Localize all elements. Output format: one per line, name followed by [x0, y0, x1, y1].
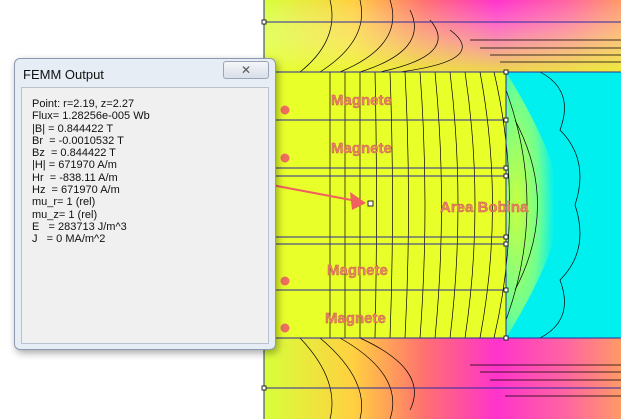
output-line: Point: r=2.19, z=2.27 — [32, 98, 135, 110]
probe-point-marker — [367, 200, 374, 207]
label-magnet-3: Magnete — [327, 262, 388, 279]
output-line: J = 0 MA/m^2 — [32, 233, 106, 246]
field-band-top-fade — [264, 0, 621, 72]
window-title: FEMM Output — [23, 67, 104, 82]
output-panel: Point: r=2.19, z=2.27 Flux= 1.28256e-005… — [21, 87, 269, 344]
output-line: Hr = -838.11 A/m — [32, 171, 118, 184]
femm-output-window[interactable]: FEMM Output ✕ Point: r=2.19, z=2.27 Flux… — [14, 58, 276, 350]
output-line: E = 283713 J/m^3 — [32, 220, 127, 233]
output-line: Flux= 1.28256e-005 Wb — [32, 110, 150, 123]
output-line: mu_r= 1 (rel) — [32, 196, 96, 209]
output-line: |H| = 671970 A/m — [32, 159, 117, 172]
label-magnet-2: Magnete — [331, 140, 392, 157]
label-coil-area: Area Bobina — [440, 199, 529, 216]
field-band-bottom — [264, 338, 621, 419]
output-line: Bz = 0.844422 T — [32, 147, 116, 160]
label-magnet-1: Magnete — [331, 92, 392, 109]
output-line: Hz = 671970 A/m — [32, 184, 120, 197]
output-line: Br = -0.0010532 T — [32, 134, 124, 147]
label-magnet-4: Magnete — [325, 310, 386, 327]
close-button[interactable]: ✕ — [223, 61, 269, 79]
output-lines: Point: r=2.19, z=2.27 Flux= 1.28256e-005… — [32, 98, 150, 246]
close-icon: ✕ — [240, 63, 252, 77]
output-line: mu_z= 1 (rel) — [32, 208, 98, 221]
output-line: |B| = 0.844422 T — [32, 122, 114, 135]
